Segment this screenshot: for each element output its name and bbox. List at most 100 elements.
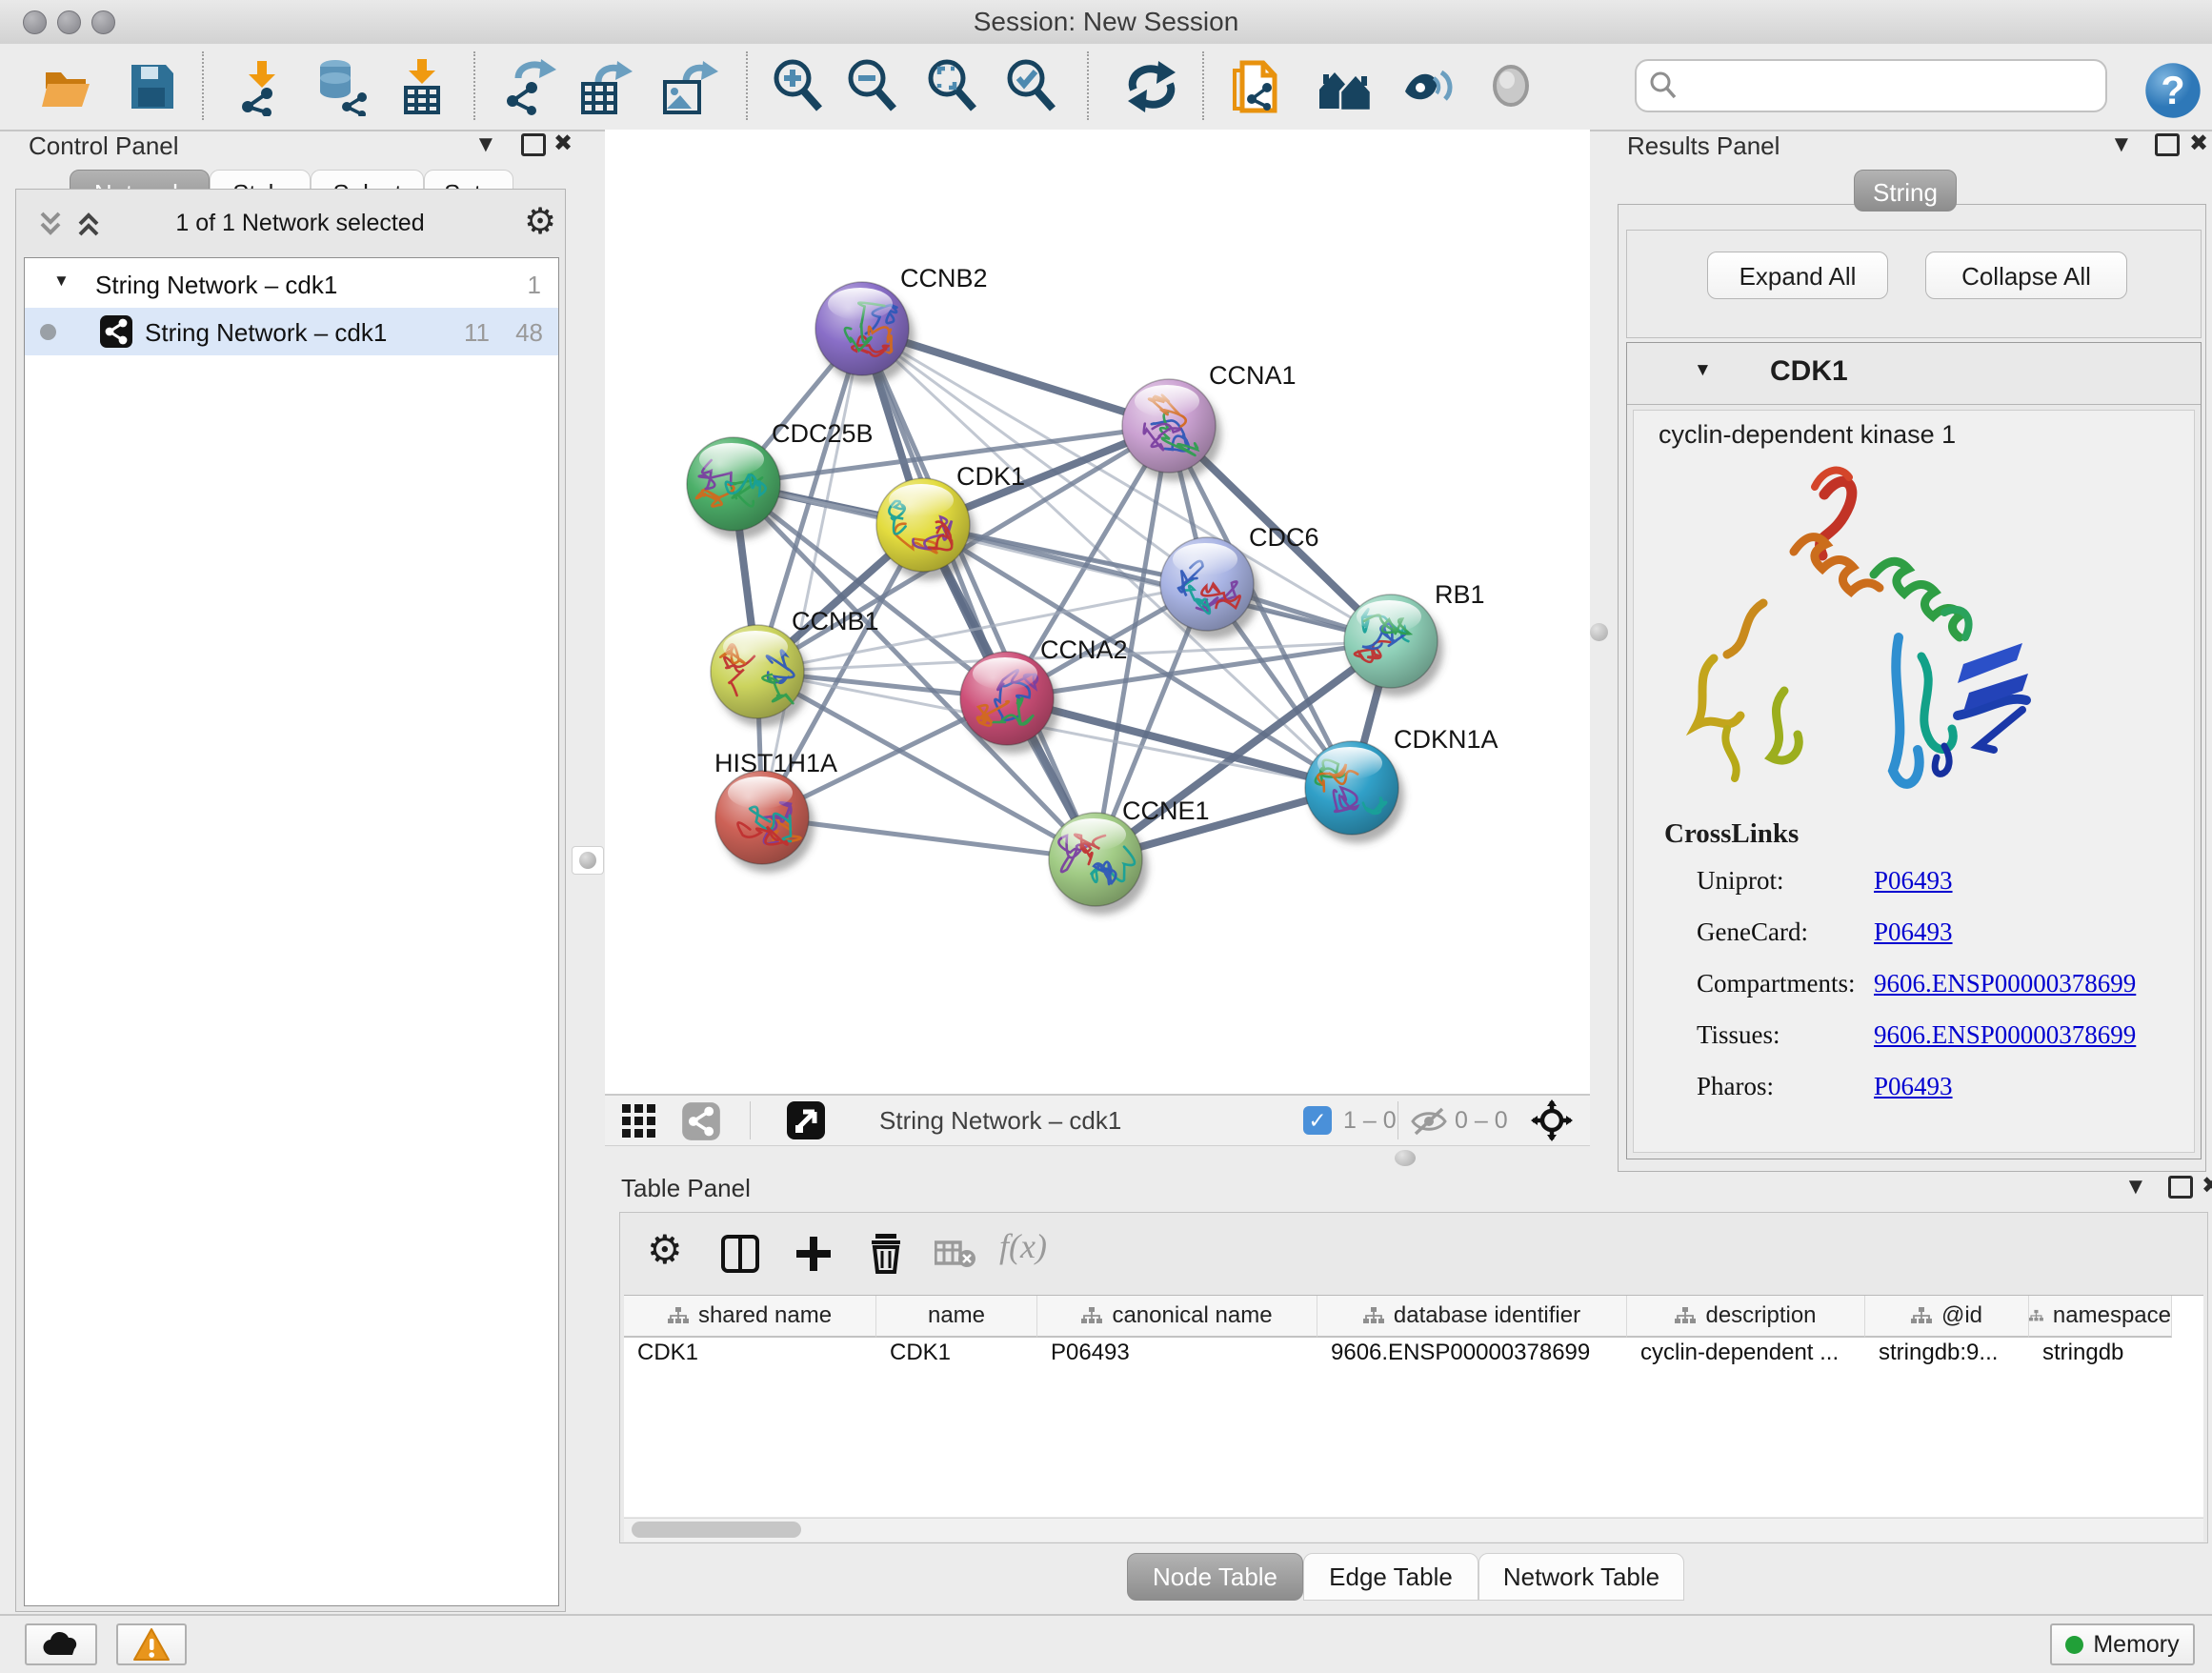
- network-node-HIST1H1A[interactable]: HIST1H1A: [714, 749, 837, 873]
- column-header-shared-name[interactable]: shared name: [624, 1296, 876, 1338]
- column-header-namespace[interactable]: namespace: [2029, 1296, 2172, 1338]
- table-horizontal-scrollbar[interactable]: [624, 1518, 2203, 1542]
- network-node-CDKN1A[interactable]: CDKN1A: [1305, 725, 1498, 843]
- selected-checkbox-icon[interactable]: ✓: [1303, 1106, 1332, 1135]
- network-list-header: 1 of 1 Network selected ⚙: [17, 191, 564, 255]
- fit-content-crosshair-icon[interactable]: [1531, 1099, 1573, 1141]
- table-cell[interactable]: CDK1: [876, 1340, 1037, 1378]
- import-network-database-icon[interactable]: [311, 57, 370, 116]
- results-panel-title: Results Panel: [1627, 131, 1780, 161]
- network-node-CCNA1[interactable]: CCNA1: [1122, 361, 1297, 481]
- tab-string[interactable]: String: [1854, 170, 1957, 212]
- table-settings-gear-icon[interactable]: ⚙: [647, 1226, 683, 1273]
- control-panel-menu-icon[interactable]: ▼: [474, 133, 497, 156]
- column-header--id[interactable]: @id: [1865, 1296, 2029, 1338]
- network-node-CCNB2[interactable]: CCNB2: [815, 264, 988, 384]
- column-header-description[interactable]: description: [1627, 1296, 1865, 1338]
- show-graphics-details-icon[interactable]: [1399, 57, 1458, 116]
- tab-edge-table[interactable]: Edge Table: [1303, 1553, 1478, 1601]
- right-splitter-handle[interactable]: [1590, 623, 1608, 641]
- export-table-icon[interactable]: [575, 57, 634, 116]
- control-panel-float-icon[interactable]: [521, 133, 546, 156]
- warnings-button[interactable]: [116, 1623, 187, 1665]
- horizontal-splitter-handle[interactable]: [1395, 1150, 1416, 1166]
- tree-expand-icon[interactable]: ▼: [53, 272, 70, 291]
- show-columns-icon[interactable]: [720, 1234, 760, 1274]
- crosslink-link[interactable]: P06493: [1874, 866, 1953, 896]
- table-cell[interactable]: CDK1: [624, 1340, 876, 1378]
- network-node-CDK1[interactable]: CDK1: [876, 462, 1025, 580]
- toolbar-separator: [746, 51, 748, 120]
- collapse-all-button[interactable]: Collapse All: [1925, 252, 2127, 299]
- network-node-RB1[interactable]: RB1: [1344, 580, 1485, 696]
- table-cell[interactable]: stringdb: [2029, 1340, 2172, 1378]
- open-session-icon[interactable]: [38, 57, 97, 116]
- table-cell[interactable]: cyclin-dependent ...: [1627, 1340, 1865, 1378]
- results-panel-float-icon[interactable]: [2155, 133, 2180, 156]
- tab-node-table[interactable]: Node Table: [1127, 1553, 1303, 1601]
- column-header-name[interactable]: name: [876, 1296, 1037, 1338]
- search-input[interactable]: [1635, 59, 2107, 112]
- import-table-icon[interactable]: [392, 57, 452, 116]
- table-panel-float-icon[interactable]: [2168, 1176, 2193, 1199]
- protein-structure-image: [1672, 460, 2072, 832]
- control-panel-close-icon[interactable]: ✖: [553, 132, 573, 155]
- toolbar-separator: [202, 51, 204, 120]
- table-cell[interactable]: 9606.ENSP00000378699: [1317, 1340, 1627, 1378]
- network-node-CDC6[interactable]: CDC6: [1160, 523, 1319, 639]
- export-network-icon[interactable]: [501, 57, 560, 116]
- table-cell[interactable]: stringdb:9...: [1865, 1340, 2029, 1378]
- table-panel-close-icon[interactable]: ✖: [2202, 1175, 2212, 1198]
- collapse-all-icon[interactable]: [34, 208, 67, 240]
- network-collection-row[interactable]: ▼ String Network – cdk1 1: [25, 260, 558, 308]
- birds-eye-view-icon[interactable]: [786, 1100, 826, 1140]
- zoom-in-icon[interactable]: [770, 57, 829, 116]
- import-network-icon[interactable]: [232, 57, 292, 116]
- window-title: Session: New Session: [0, 7, 2212, 37]
- grid-view-icon[interactable]: [621, 1103, 657, 1139]
- table-panel-menu-icon[interactable]: ▼: [2124, 1176, 2147, 1199]
- column-header-canonical-name[interactable]: canonical name: [1037, 1296, 1317, 1338]
- crosslink-label: Uniprot:: [1697, 866, 1784, 896]
- view-status-dot-icon: [40, 324, 56, 340]
- help-icon[interactable]: ?: [2143, 61, 2202, 120]
- column-header-label: shared name: [698, 1302, 832, 1329]
- memory-status-icon: [2065, 1636, 2083, 1654]
- table-cell[interactable]: P06493: [1037, 1340, 1317, 1378]
- gene-card-collapse-icon[interactable]: ▼: [1694, 360, 1712, 381]
- results-panel-close-icon[interactable]: ✖: [2189, 132, 2208, 155]
- refresh-view-icon[interactable]: [1122, 57, 1181, 116]
- highlight-eye-icon[interactable]: [1484, 57, 1543, 116]
- expand-all-icon[interactable]: [72, 208, 105, 240]
- crosslink-link[interactable]: 9606.ENSP00000378699: [1874, 969, 2136, 998]
- crosslink-link[interactable]: P06493: [1874, 1072, 1953, 1101]
- home-icon[interactable]: [1316, 57, 1375, 116]
- save-session-icon[interactable]: [122, 57, 181, 116]
- cloud-button[interactable]: [25, 1623, 97, 1665]
- share-view-icon[interactable]: [681, 1101, 721, 1141]
- left-splitter-handle[interactable]: [572, 846, 604, 875]
- crosslink-link[interactable]: P06493: [1874, 917, 1953, 947]
- network-list-gear-icon[interactable]: ⚙: [524, 200, 556, 243]
- tab-network-table[interactable]: Network Table: [1478, 1553, 1684, 1601]
- scrollbar-thumb[interactable]: [632, 1522, 801, 1538]
- zoom-out-icon[interactable]: [844, 57, 903, 116]
- zoom-fit-icon[interactable]: [924, 57, 983, 116]
- gene-card-header[interactable]: ▼ CDK1: [1627, 343, 2201, 405]
- column-header-database-identifier[interactable]: database identifier: [1317, 1296, 1627, 1338]
- network-row-selected[interactable]: String Network – cdk1 11 48: [25, 308, 558, 355]
- new-network-from-selection-icon[interactable]: [1231, 57, 1290, 116]
- expand-all-button[interactable]: Expand All: [1707, 252, 1888, 299]
- crosslink-link[interactable]: 9606.ENSP00000378699: [1874, 1020, 2136, 1050]
- memory-button[interactable]: Memory: [2050, 1623, 2195, 1665]
- node-label: RB1: [1435, 580, 1485, 609]
- add-column-icon[interactable]: [794, 1234, 834, 1274]
- export-image-icon[interactable]: [659, 57, 718, 116]
- results-panel-menu-icon[interactable]: ▼: [2110, 133, 2133, 156]
- zoom-selected-icon[interactable]: [1003, 57, 1062, 116]
- delete-column-icon[interactable]: [866, 1232, 906, 1274]
- column-header-label: @id: [1941, 1302, 1982, 1329]
- toolbar-separator: [1202, 51, 1204, 120]
- crosslink-label: Tissues:: [1697, 1020, 1780, 1050]
- network-canvas[interactable]: CCNB2CCNA1CDC25BCDK1CDC6RB1CCNB1CCNA2CDK…: [605, 130, 1590, 1094]
